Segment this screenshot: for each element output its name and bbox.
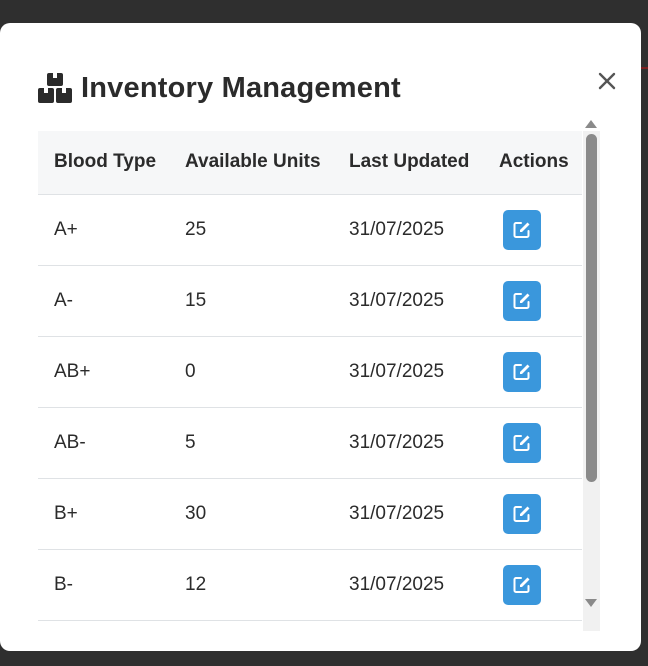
blood-type-cell: B+	[38, 478, 169, 550]
column-header-available-units: Available Units	[169, 131, 333, 195]
edit-button[interactable]	[503, 564, 541, 605]
close-icon	[598, 72, 616, 90]
table-row: B- 12 31/07/2025	[38, 549, 582, 621]
edit-icon	[513, 576, 530, 593]
actions-cell	[483, 194, 582, 266]
column-header-actions: Actions	[483, 131, 582, 195]
edit-button[interactable]	[503, 351, 541, 392]
boxes-icon	[38, 72, 72, 104]
edit-icon	[513, 292, 530, 309]
modal-header: Inventory Management	[38, 71, 401, 105]
blood-type-cell: AB-	[38, 407, 169, 479]
units-cell: 25	[169, 194, 333, 266]
column-header-last-updated: Last Updated	[333, 131, 483, 195]
edit-icon	[513, 363, 530, 380]
table-row: AB+ 0 31/07/2025	[38, 336, 582, 408]
edit-icon	[513, 434, 530, 451]
table-row: A+ 25 31/07/2025	[38, 194, 582, 266]
units-cell: 12	[169, 549, 333, 621]
actions-cell	[483, 407, 582, 479]
column-header-blood-type: Blood Type	[38, 131, 169, 195]
table-row: B+ 30 31/07/2025	[38, 478, 582, 550]
units-cell: 15	[169, 265, 333, 337]
units-cell: 5	[169, 407, 333, 479]
table-row: A- 15 31/07/2025	[38, 265, 582, 337]
table-row: AB- 5 31/07/2025	[38, 407, 582, 479]
scroll-up-arrow-icon[interactable]	[584, 116, 598, 128]
blood-type-cell: AB+	[38, 336, 169, 408]
blood-type-cell: A-	[38, 265, 169, 337]
edit-button[interactable]	[503, 280, 541, 321]
actions-cell	[483, 265, 582, 337]
edit-icon	[513, 505, 530, 522]
scroll-down-arrow-icon[interactable]	[584, 595, 598, 607]
updated-cell: 31/07/2025	[333, 336, 483, 408]
edit-button[interactable]	[503, 422, 541, 463]
inventory-modal: Inventory Management Blood Type Availabl…	[0, 23, 641, 651]
close-button[interactable]	[593, 67, 621, 95]
inventory-table-container[interactable]: Blood Type Available Units Last Updated …	[38, 131, 582, 631]
updated-cell: 31/07/2025	[333, 407, 483, 479]
updated-cell: 31/07/2025	[333, 265, 483, 337]
updated-cell: 31/07/2025	[333, 549, 483, 621]
updated-cell: 31/07/2025	[333, 478, 483, 550]
actions-cell	[483, 478, 582, 550]
edit-button[interactable]	[503, 209, 541, 250]
blood-type-cell: A+	[38, 194, 169, 266]
edit-icon	[513, 221, 530, 238]
units-cell: 30	[169, 478, 333, 550]
blood-type-cell: B-	[38, 549, 169, 621]
actions-cell	[483, 549, 582, 621]
edit-button[interactable]	[503, 493, 541, 534]
scrollbar-thumb[interactable]	[586, 134, 597, 482]
inventory-table: Blood Type Available Units Last Updated …	[38, 131, 582, 621]
actions-cell	[483, 336, 582, 408]
modal-title: Inventory Management	[81, 71, 401, 104]
updated-cell: 31/07/2025	[333, 194, 483, 266]
units-cell: 0	[169, 336, 333, 408]
modal-backdrop	[0, 0, 648, 23]
backdrop-accent-line	[640, 67, 648, 69]
table-header-row: Blood Type Available Units Last Updated …	[38, 131, 582, 195]
